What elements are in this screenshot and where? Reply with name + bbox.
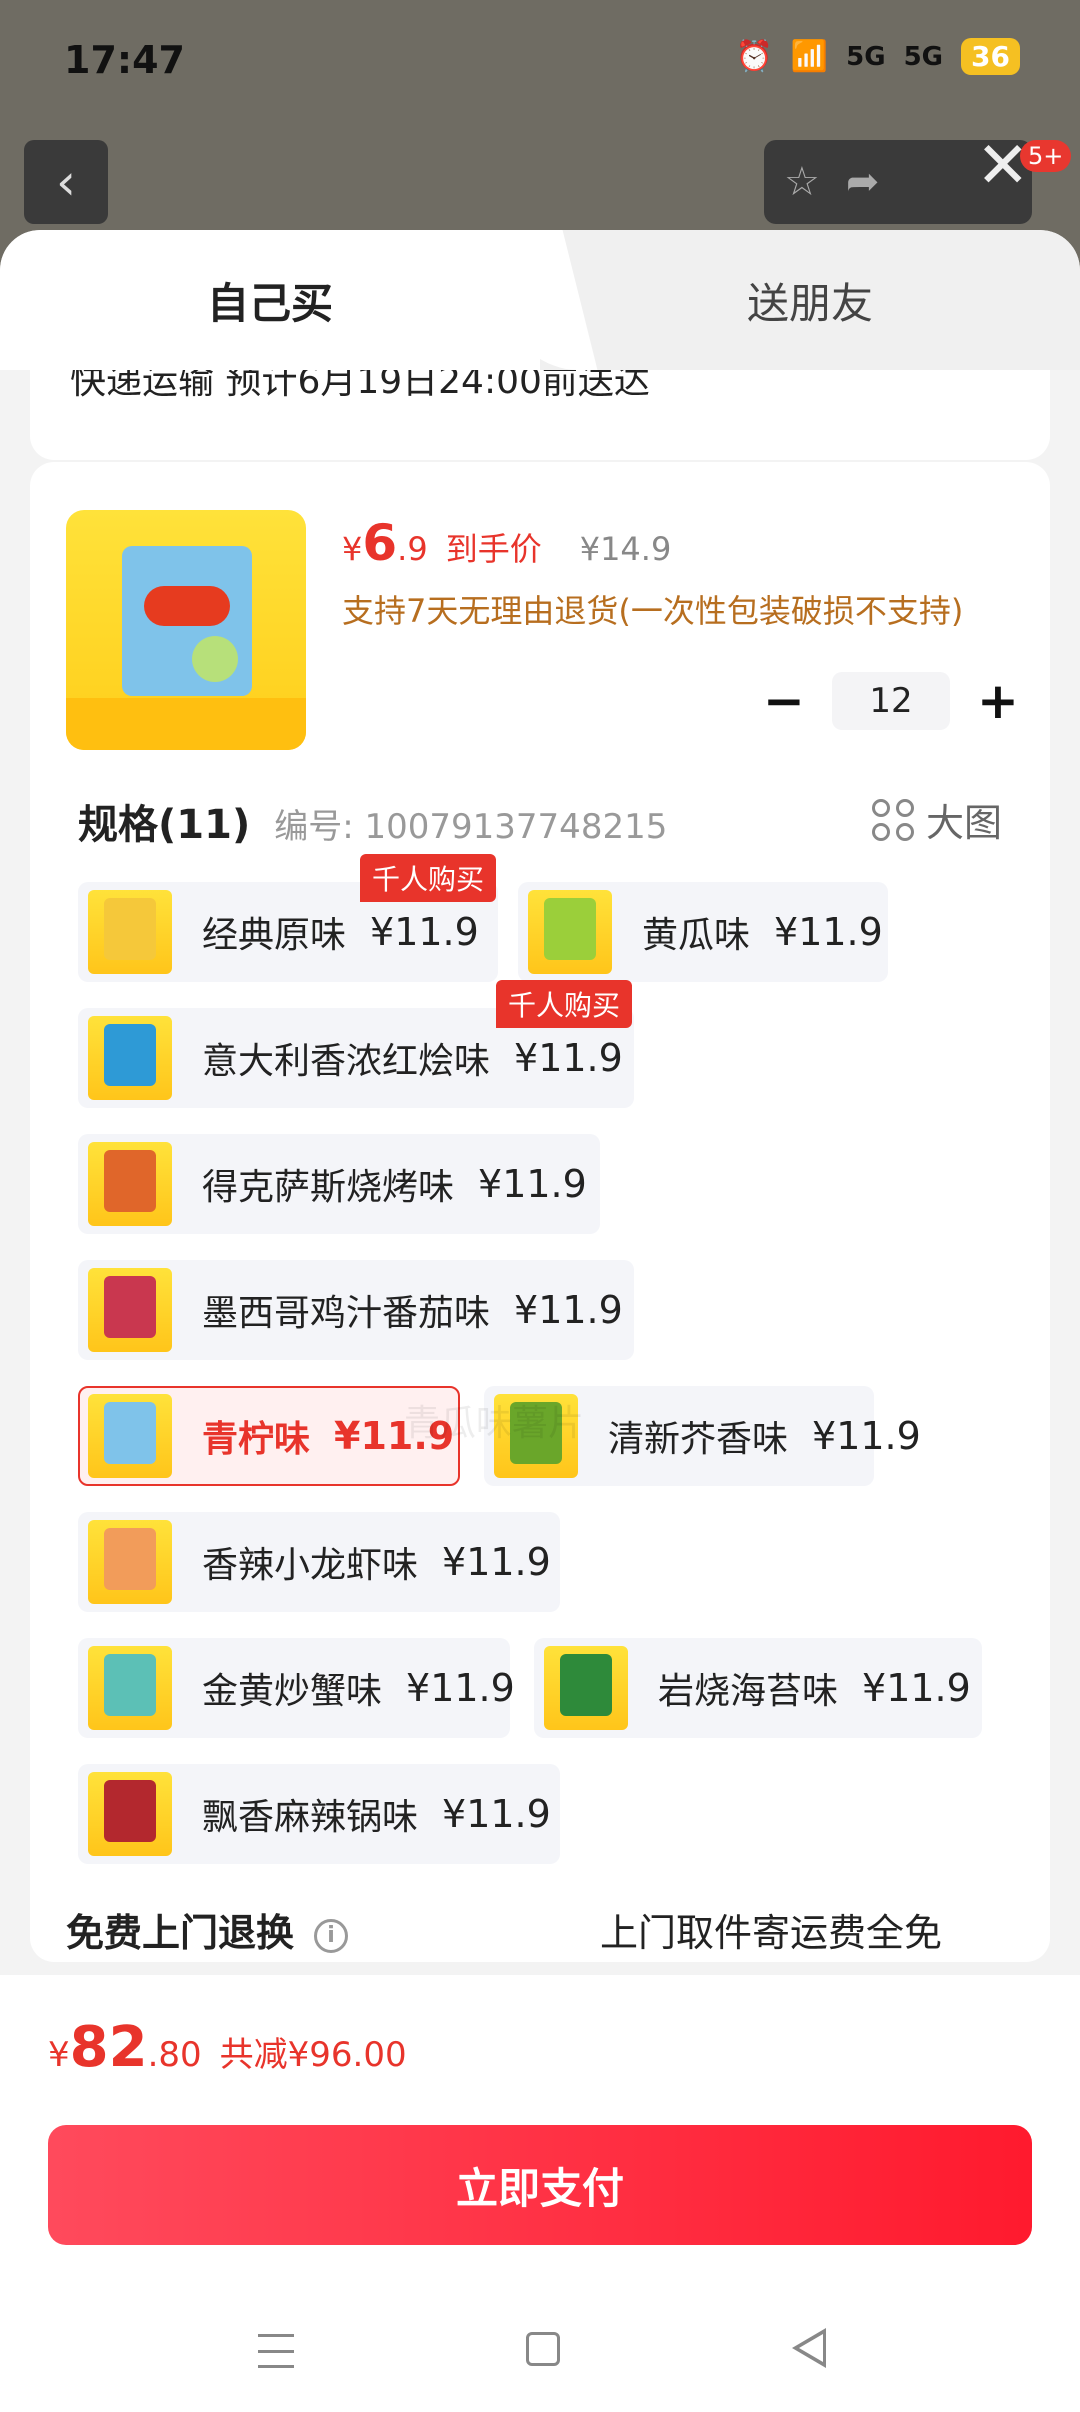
home-icon[interactable] [526, 2332, 560, 2366]
product-image [66, 510, 306, 750]
spec-row: 飘香麻辣锅味 ¥11.9 [78, 1764, 1028, 1890]
spec-option-price: ¥11.9 [478, 1162, 587, 1206]
info-icon[interactable]: i [314, 1918, 349, 1953]
status-bar: 17:47 ⏰ 📶 5G 5G 36 [0, 0, 1080, 120]
spec-option-name: 青柠味 [202, 1419, 311, 1460]
spec-option[interactable]: 飘香麻辣锅味 ¥11.9 [78, 1764, 560, 1864]
spec-option-name: 得克萨斯烧烤味 [202, 1167, 455, 1208]
spec-title: 规格(11) [78, 802, 251, 848]
tab-self[interactable]: 自己买 [0, 230, 540, 370]
spec-row: 香辣小龙虾味 ¥11.9 [78, 1512, 1028, 1638]
spec-row: 金黄炒蟹味 ¥11.9 岩烧海苔味 ¥11.9 [78, 1638, 1028, 1764]
tab-self-label: 自己买 [206, 278, 333, 328]
spec-option-price: ¥11.9 [514, 1288, 623, 1332]
spec-option[interactable]: 得克萨斯烧烤味 ¥11.9 [78, 1134, 600, 1234]
spec-option-name: 清新芥香味 [608, 1419, 789, 1460]
spec-option-price: ¥11.9 [514, 1036, 623, 1080]
hot-badge: 千人购买 [495, 980, 632, 1028]
close-icon[interactable]: ✕ [976, 134, 1030, 198]
flavor-thumbnail [544, 1646, 628, 1730]
spec-option[interactable]: 意大利香浓红烩味 ¥11.9 千人购买 [78, 980, 634, 1108]
spec-option[interactable]: 香辣小龙虾味 ¥11.9 [78, 1512, 560, 1612]
back-triangle-icon[interactable] [792, 2328, 826, 2368]
spec-option-price: ¥11.9 [812, 1414, 921, 1458]
spec-option-price: ¥11.9 [370, 910, 479, 954]
flavor-thumbnail [88, 890, 172, 974]
spec-option-price: ¥11.9 [406, 1666, 515, 1710]
flavor-thumbnail [88, 1268, 172, 1352]
spec-option[interactable]: 经典原味 ¥11.9 千人购买 [78, 854, 498, 982]
battery-icon: 36 [961, 38, 1020, 75]
minus-button[interactable]: − [762, 672, 806, 730]
big-image-toggle[interactable]: 大图 [871, 792, 1002, 847]
spec-option[interactable]: 青柠味 ¥11.9 [78, 1386, 460, 1486]
spec-row: 得克萨斯烧烤味 ¥11.9 [78, 1134, 1028, 1260]
flavor-thumbnail [88, 1394, 172, 1478]
star-icon[interactable]: ☆ [784, 159, 820, 205]
total-discount: 共减¥96.00 [219, 2035, 407, 2075]
hot-badge: 千人购买 [359, 854, 496, 902]
wifi-icon: 📶 [790, 39, 829, 74]
spec-option-name: 墨西哥鸡汁番茄味 [202, 1293, 491, 1334]
spec-option-name: 经典原味 [202, 915, 347, 956]
spec-option-name: 黄瓜味 [642, 915, 751, 956]
delivery-card: 快递运输 预计6月19日24:00前送达 [30, 370, 1050, 460]
flavor-thumbnail [88, 1646, 172, 1730]
signal-2-icon: 5G [903, 41, 944, 72]
product-card: ¥6.9 到手价 ¥14.9 支持7天无理由退货(一次性包装破损不支持) − 1… [30, 462, 1050, 1962]
flavor-thumbnail [528, 890, 612, 974]
quantity-stepper: − 12 + [762, 672, 1020, 730]
spec-row: 墨西哥鸡汁番茄味 ¥11.9 [78, 1260, 1028, 1386]
spec-option[interactable]: 黄瓜味 ¥11.9 [518, 882, 888, 982]
flavor-thumbnail [88, 1520, 172, 1604]
purchase-tabs: 送朋友 自己买 [0, 230, 1080, 370]
flavor-thumbnail [88, 1772, 172, 1856]
spec-option[interactable]: 岩烧海苔味 ¥11.9 [534, 1638, 982, 1738]
spec-option-price: ¥11.9 [862, 1666, 971, 1710]
flavor-thumbnail [88, 1016, 172, 1100]
delivery-text: 快递运输 预计6月19日24:00前送达 [70, 370, 650, 402]
price-label: 到手价 [445, 530, 542, 568]
status-icons: ⏰ 📶 5G 5G 36 [735, 38, 1020, 75]
plus-button[interactable]: + [976, 672, 1020, 730]
spec-option-name: 岩烧海苔味 [658, 1671, 839, 1712]
grid-icon [871, 798, 914, 841]
more-badge: 5+ [1020, 140, 1072, 172]
spec-option-name: 飘香麻辣锅味 [202, 1797, 419, 1838]
spec-option[interactable]: 金黄炒蟹味 ¥11.9 [78, 1638, 515, 1738]
alarm-icon: ⏰ [735, 39, 773, 74]
spec-option-price: ¥11.9 [442, 1792, 551, 1836]
pay-now-button[interactable]: 立即支付 [48, 2125, 1032, 2245]
spec-option[interactable]: 墨西哥鸡汁番茄味 ¥11.9 [78, 1260, 634, 1360]
menu-icon[interactable] [258, 2334, 294, 2368]
return-policy: 支持7天无理由退货(一次性包装破损不支持) [342, 592, 964, 630]
spec-option-name: 金黄炒蟹味 [202, 1671, 383, 1712]
spec-option-price: ¥11.9 [442, 1540, 551, 1584]
big-image-label: 大图 [925, 801, 1002, 845]
spec-row: 意大利香浓红烩味 ¥11.9 千人购买 [78, 980, 1028, 1134]
spec-header: 规格(11) 编号: 10079137748215 [78, 792, 667, 850]
original-price: ¥14.9 [579, 530, 672, 568]
free-return-title: 免费上门退换 i [66, 1902, 349, 1957]
clock: 17:47 [64, 38, 185, 82]
current-price: ¥6.9 [342, 514, 428, 572]
price-line: ¥6.9 到手价 ¥14.9 [342, 514, 671, 572]
quantity-value[interactable]: 12 [832, 672, 950, 730]
spec-option-price: ¥11.9 [774, 910, 883, 954]
spec-option-name: 意大利香浓红烩味 [202, 1041, 491, 1082]
flavor-thumbnail [88, 1142, 172, 1226]
chevron-left-icon: ‹ [56, 153, 76, 211]
spec-option-name: 香辣小龙虾味 [202, 1545, 419, 1586]
tab-gift[interactable]: 送朋友 [540, 230, 1080, 370]
total-price: ¥ 82 .80 共减¥96.00 [48, 2015, 407, 2080]
signal-1-icon: 5G [846, 41, 886, 72]
back-button[interactable]: ‹ [24, 140, 108, 224]
free-return-note: 上门取件寄运费全免 [600, 1911, 943, 1955]
system-nav-bar [0, 2290, 1080, 2412]
watermark: 青瓜味薯片 [404, 1403, 585, 1444]
spec-options: 经典原味 ¥11.9 千人购买 黄瓜味 ¥11.9 意大利香浓红烩味 ¥11.9 千人购买 得克… [78, 854, 1028, 1890]
share-icon[interactable]: ➦ [846, 159, 880, 205]
product-code: 编号: 10079137748215 [274, 807, 668, 847]
